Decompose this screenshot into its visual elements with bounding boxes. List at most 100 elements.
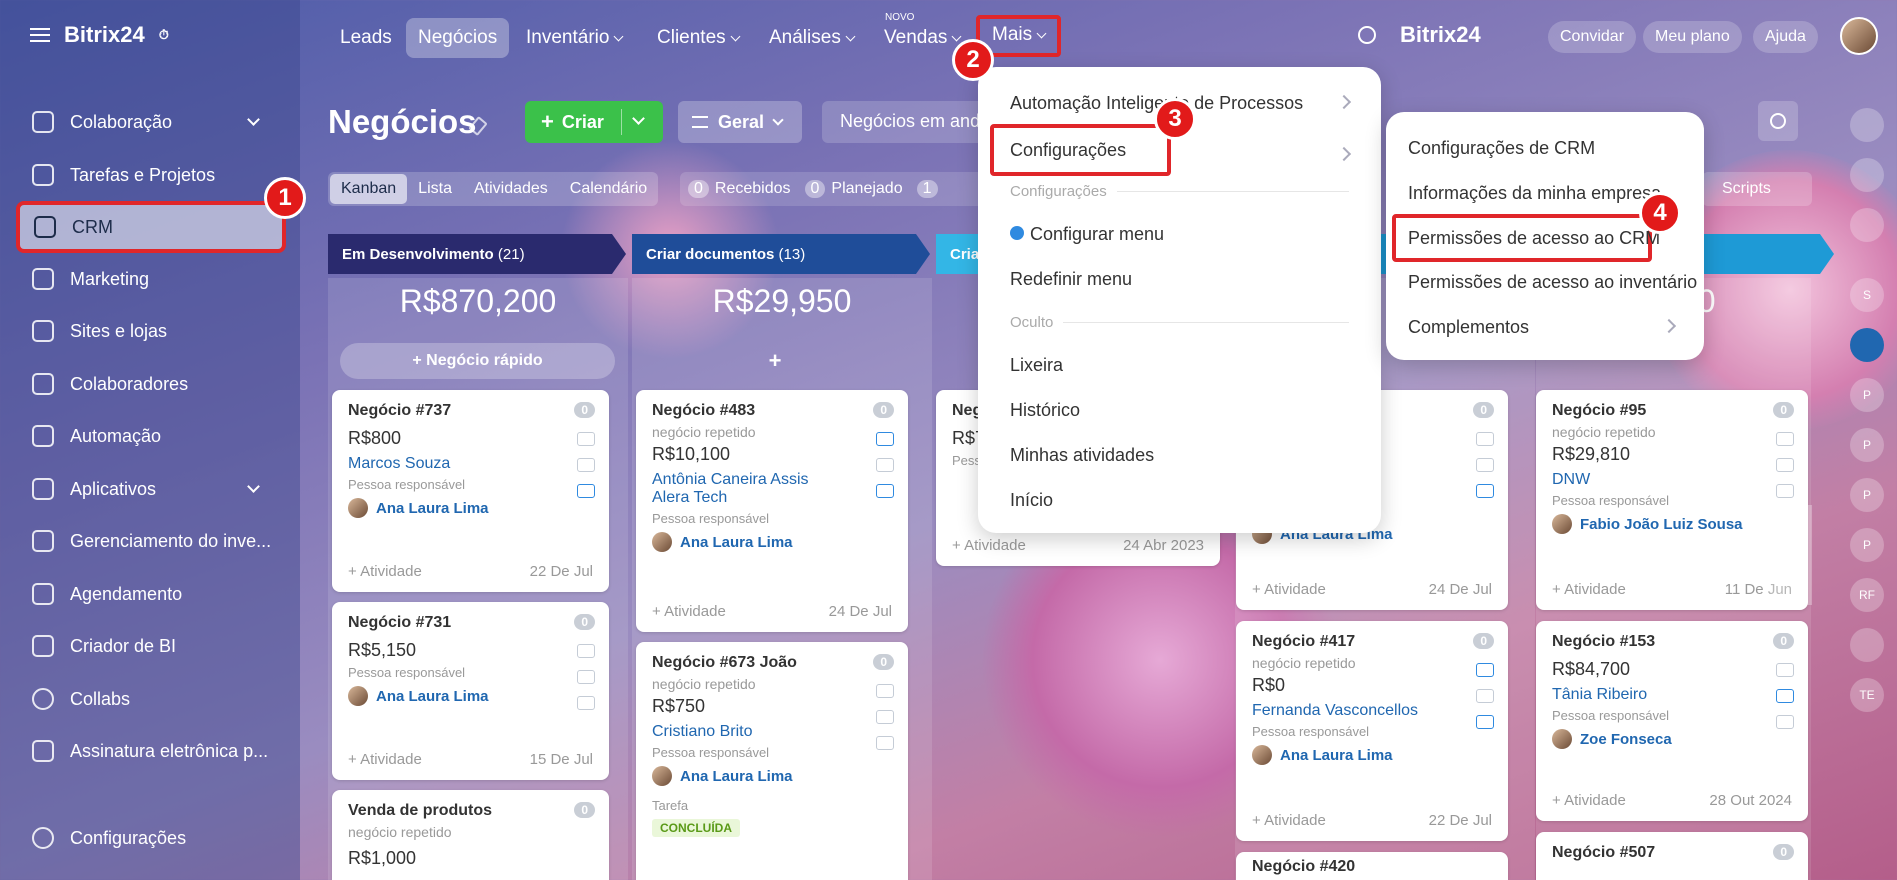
chat-icon[interactable] [876, 484, 894, 498]
search-icon[interactable] [1358, 26, 1376, 44]
mail-icon[interactable] [876, 710, 894, 724]
phone-icon[interactable] [1476, 432, 1494, 446]
sidebar-item-colaboradores[interactable]: Colaboradores [18, 361, 280, 407]
contact-link[interactable]: Fernanda Vasconcellos [1252, 702, 1492, 720]
pulse-icon[interactable] [1850, 158, 1884, 192]
menu-item-inicio[interactable]: Início [978, 478, 1381, 522]
add-activity-button[interactable]: + Atividade [652, 603, 726, 620]
add-activity-button[interactable]: + Atividade [1552, 792, 1626, 809]
sidebar-item-aplicativos[interactable]: Aplicativos [18, 466, 280, 512]
deal-card[interactable]: Negócio #737 0 R$800 Marcos Souza Pessoa… [332, 390, 609, 592]
pipeline-select[interactable]: Geral [678, 101, 802, 143]
sidebar-item-crm[interactable]: CRM [16, 201, 286, 253]
sidebar-item-colaboracao[interactable]: Colaboração [18, 99, 280, 145]
contact-link[interactable]: Tânia Ribeiro [1552, 686, 1792, 704]
sidebar-settings[interactable]: Configurações [18, 815, 280, 861]
mail-icon[interactable] [1476, 458, 1494, 472]
counter-planejado[interactable]: 0 Planejado [804, 180, 903, 198]
chat-icon[interactable] [1776, 715, 1794, 729]
menu-item-configurar-menu[interactable]: Configurar menu [978, 212, 1381, 256]
tab-kanban[interactable]: Kanban [330, 174, 408, 204]
phone-icon[interactable] [577, 432, 595, 446]
deal-title[interactable]: Negócio #731 [348, 614, 593, 632]
phone-icon[interactable] [876, 684, 894, 698]
contact-link[interactable]: Cristiano Brito [652, 723, 892, 741]
contact-avatar[interactable]: P [1850, 528, 1884, 562]
chat-icon[interactable] [1776, 484, 1794, 498]
counter-recebidos[interactable]: 0 Recebidos [688, 180, 791, 198]
bell-icon[interactable] [1850, 108, 1884, 142]
phone-icon[interactable] [1476, 663, 1494, 677]
responsible-user[interactable]: Ana Laura Lima [348, 686, 593, 706]
responsible-user[interactable]: Ana Laura Lima [348, 498, 593, 518]
user-avatar[interactable] [1840, 17, 1878, 55]
tab-analises[interactable]: Análises [757, 18, 866, 58]
sidebar-item-automacao[interactable]: Automação [18, 413, 280, 459]
phone-icon[interactable] [1776, 432, 1794, 446]
contact-avatar[interactable]: P [1850, 378, 1884, 412]
bookmark-icon[interactable] [1850, 328, 1884, 362]
chat-icon[interactable] [577, 484, 595, 498]
deal-card[interactable]: Negócio #731 0 R$5,150 Pessoa responsáve… [332, 602, 609, 780]
chevron-down-icon[interactable] [632, 112, 645, 125]
sidebar-item-assinatura[interactable]: Assinatura eletrônica p... [18, 728, 280, 774]
contact-avatar[interactable]: TE [1850, 678, 1884, 712]
menu-item-atividades[interactable]: Minhas atividades [978, 433, 1381, 477]
phone-icon[interactable] [1776, 663, 1794, 677]
chat-icon[interactable] [1476, 715, 1494, 729]
sidebar-item-collabs[interactable]: Collabs [18, 676, 280, 722]
submenu-crm-settings[interactable]: Configurações de CRM [1386, 126, 1704, 170]
deal-title[interactable]: Negócio #417 [1252, 633, 1492, 651]
add-activity-button[interactable]: + Atividade [1252, 581, 1326, 598]
tab-calendario[interactable]: Calendário [559, 174, 658, 204]
contact-avatar[interactable]: RF [1850, 578, 1884, 612]
tab-inventario[interactable]: Inventário [514, 18, 634, 58]
add-activity-button[interactable]: + Atividade [952, 537, 1026, 554]
menu-item-redefinir[interactable]: Redefinir menu [978, 257, 1381, 301]
deal-card[interactable]: Negócio #420 [1236, 852, 1508, 880]
responsible-user[interactable]: Ana Laura Lima [652, 766, 892, 786]
mail-icon[interactable] [577, 670, 595, 684]
deal-title[interactable]: Negócio #153 [1552, 633, 1792, 651]
deal-card[interactable]: Venda de produtos 0 negócio repetido R$1… [332, 790, 609, 880]
plan-button[interactable]: Meu plano [1643, 21, 1742, 53]
contact-avatar[interactable]: S [1850, 278, 1884, 312]
column-header[interactable]: Criar documentos (13) [632, 234, 930, 274]
mail-icon[interactable] [577, 458, 595, 472]
chat-icon[interactable] [876, 736, 894, 750]
tab-lista[interactable]: Lista [407, 174, 463, 204]
chat-icon[interactable] [1476, 484, 1494, 498]
tab-clientes[interactable]: Clientes [645, 18, 751, 58]
add-activity-button[interactable]: + Atividade [1252, 812, 1326, 829]
responsible-user[interactable]: Fabio João Luiz Sousa [1552, 514, 1792, 534]
responsible-user[interactable]: Zoe Fonseca [1552, 729, 1792, 749]
deal-title[interactable]: Negócio #483 [652, 402, 892, 420]
chat-icon[interactable] [577, 696, 595, 710]
filter-search-input[interactable]: Negócios em anda [822, 101, 1002, 143]
add-deal-button[interactable]: + [645, 343, 905, 379]
tab-atividades[interactable]: Atividades [463, 174, 559, 204]
deal-title[interactable]: Negócio #420 [1252, 858, 1492, 876]
add-activity-button[interactable]: + Atividade [348, 563, 422, 580]
contact-link[interactable]: DNW [1552, 471, 1792, 489]
app-logo[interactable]: Bitrix24 ⏱ [30, 22, 169, 48]
menu-icon[interactable] [30, 28, 50, 42]
mail-icon[interactable] [1476, 689, 1494, 703]
mail-icon[interactable] [1776, 458, 1794, 472]
deal-card[interactable]: Negócio #153 0 R$84,700 Tânia Ribeiro Pe… [1536, 621, 1808, 821]
deal-title[interactable]: Venda de produtos [348, 802, 593, 820]
responsible-user[interactable]: Ana Laura Lima [652, 532, 892, 552]
mail-icon[interactable] [876, 458, 894, 472]
contact-avatar[interactable]: P [1850, 428, 1884, 462]
add-activity-button[interactable]: + Atividade [1552, 581, 1626, 598]
mail-icon[interactable] [1776, 689, 1794, 703]
deal-title[interactable]: Negócio #507 [1552, 844, 1792, 862]
phone-icon[interactable] [577, 644, 595, 658]
quick-deal-button[interactable]: + Negócio rápido [340, 343, 615, 379]
contact-avatar[interactable]: P [1850, 478, 1884, 512]
responsible-user[interactable]: Ana Laura Lima [1252, 745, 1492, 765]
menu-item-lixeira[interactable]: Lixeira [978, 343, 1381, 387]
submenu-crm-permissions[interactable]: Permissões de acesso ao CRM [1392, 214, 1660, 262]
tab-leads[interactable]: Leads [328, 18, 404, 58]
contact-avatar[interactable] [1850, 628, 1884, 662]
